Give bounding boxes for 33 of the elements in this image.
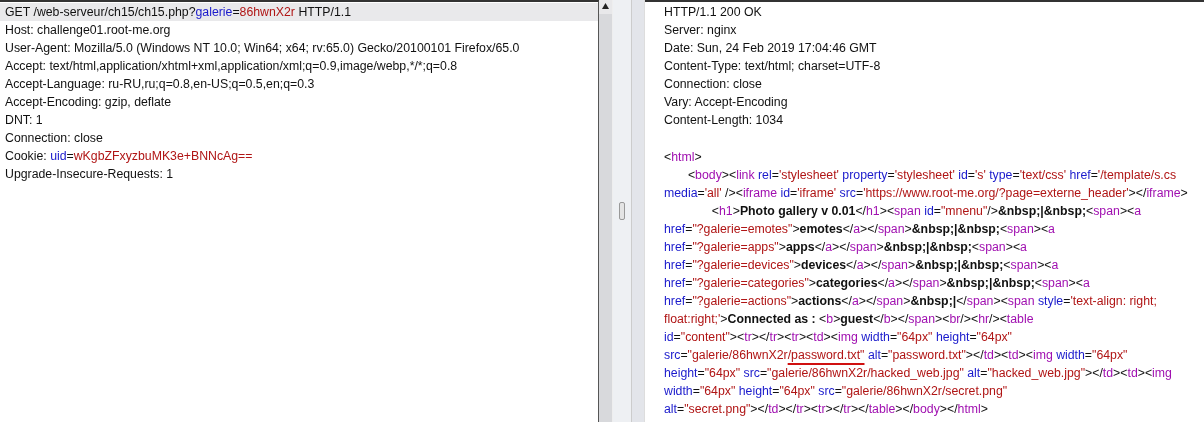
html-source-line: width="64px" height="64px" src="galerie/86hwnX2r/secret.png" [663, 383, 1009, 400]
response-header-line: HTTP/1.1 200 OK [663, 4, 763, 21]
html-source-line: href="?galerie=devices">devices</a></span>&nbsp;|&nbsp;<span><a [663, 257, 1060, 274]
html-source-line: href="?galerie=apps">apps</a></span>&nbsp;|&nbsp;<span><a [663, 239, 1028, 256]
request-line: Accept-Encoding: gzip, deflate [4, 94, 173, 111]
request-line: Host: challenge01.root-me.org [4, 22, 172, 39]
html-source-line: media='all' /><iframe id='iframe' src='https://www.root-me.org/?page=externe_header'></iframe> [663, 185, 1189, 202]
html-source-line: <body><link rel='stylesheet' property='stylesheet' id='s' type='text/css' href='/template/s.cs [686, 167, 1178, 184]
response-header-line: Date: Sun, 24 Feb 2019 17:04:46 GMT [663, 40, 878, 57]
html-source-line: href="?galerie=actions">actions</a></span>&nbsp;|</span><span style='text-align: right; [663, 293, 1158, 310]
response-header-line: Content-Type: text/html; charset=UTF-8 [663, 58, 882, 75]
request-line: DNT: 1 [4, 112, 44, 129]
html-source-line: alt="secret.png"></td></tr><tr></tr></table></body></html> [663, 401, 989, 418]
request-line: Cookie: uid=wKgbZFxyzbuMK3e+BNNcAg== [4, 148, 254, 165]
request-line: Accept: text/html,application/xhtml+xml,application/xml;q=0.9,image/webp,*/*;q=0.8 [4, 58, 459, 75]
html-source-line: href="?galerie=categories">categories</a></span>&nbsp;|&nbsp;<span><a [663, 275, 1091, 292]
response-header-line: Server: nginx [663, 22, 738, 39]
html-source-line: <html> [663, 149, 703, 166]
response-header-line: Content-Length: 1034 [663, 112, 784, 129]
request-line: Connection: close [4, 130, 104, 147]
response-header-line: Vary: Accept-Encoding [663, 94, 789, 111]
request-editor[interactable] [0, 0, 599, 422]
html-source-line: <h1>Photo gallery v 0.01</h1><span id="mnenu"/>&nbsp;|&nbsp;<span><a [710, 203, 1143, 220]
html-source-line: height="64px" src="galerie/86hwnX2r/hacked_web.jpg" alt="hacked_web.jpg"></td><td><img [663, 365, 1173, 382]
request-line: Upgrade-Insecure-Requests: 1 [4, 166, 175, 183]
request-line: User-Agent: Mozilla/5.0 (Windows NT 10.0; Win64; x64; rv:65.0) Gecko/20100101 Firefox/65.0 [4, 40, 521, 57]
html-source-line: id="content"><tr></tr><tr><td><img width="64px" height="64px" [663, 329, 1013, 346]
html-source-line: src="galerie/86hwnX2r/password.txt" alt="password.txt"></td><td><img width="64px" [663, 347, 1129, 364]
request-line: Accept-Language: ru-RU,ru;q=0.8,en-US;q=0.5,en;q=0.3 [4, 76, 316, 93]
scrollbar[interactable] [599, 0, 613, 422]
html-source-line: href="?galerie=emotes">emotes</a></span>&nbsp;|&nbsp;<span><a [663, 221, 1056, 238]
response-header-line: Connection: close [663, 76, 763, 93]
html-source-line: float:right;'>Connected as : <b>guest</b></span><br/><hr/><table [663, 311, 1035, 328]
